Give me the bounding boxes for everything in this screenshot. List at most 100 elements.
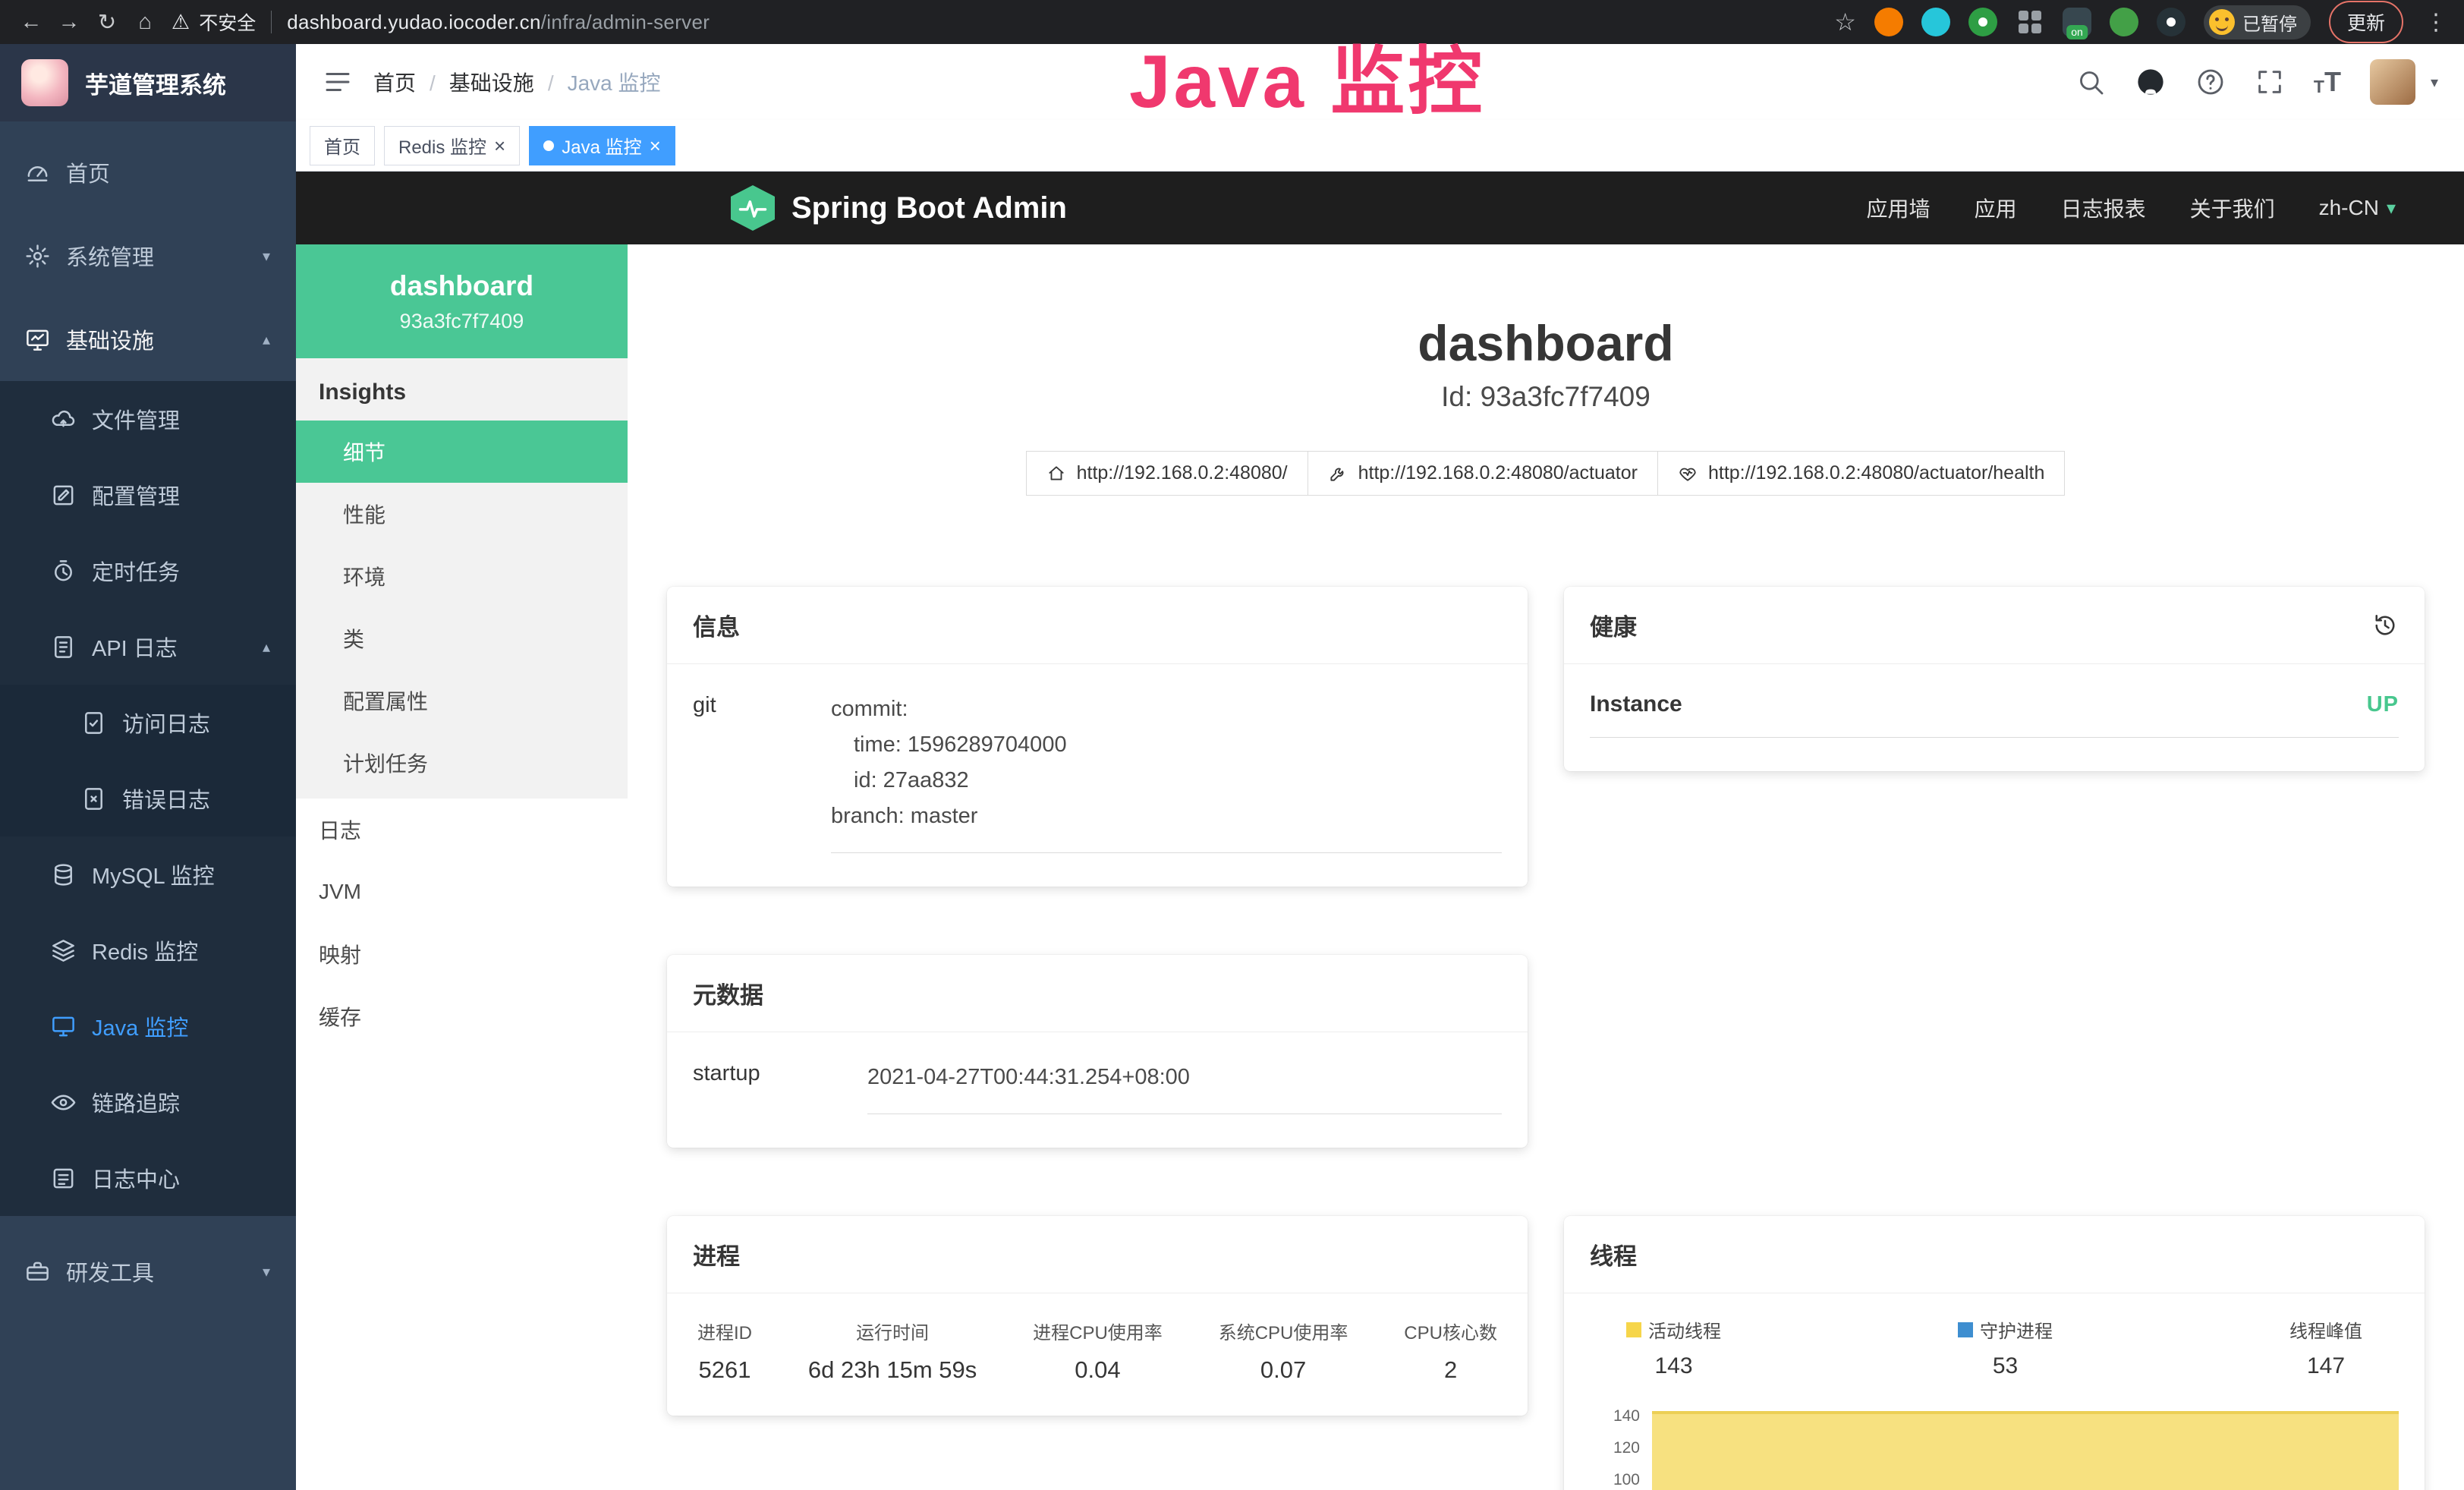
search-icon[interactable] [2075, 67, 2106, 97]
profile-paused-chip[interactable]: 已暂停 [2204, 5, 2311, 39]
heartbeat-icon [1678, 464, 1698, 484]
spring-boot-admin-logo-icon [731, 185, 775, 231]
extension-icon-2[interactable] [1921, 8, 1950, 36]
help-icon[interactable] [2195, 67, 2226, 97]
extension-glyph [2167, 17, 2176, 27]
history-icon[interactable] [2371, 612, 2399, 639]
sba-item-config-props[interactable]: 配置属性 [296, 669, 628, 732]
hamburger-icon[interactable] [322, 66, 354, 98]
sba-item-logs[interactable]: 日志 [296, 799, 628, 861]
tab-redis-monitor[interactable]: Redis 监控 × [384, 126, 520, 165]
sba-brand[interactable]: Spring Boot Admin [731, 185, 1067, 231]
address-bar[interactable]: dashboard.yudao.iocoder.cn/infra/admin-s… [287, 11, 710, 34]
sidebar-item-config-mgmt[interactable]: 配置管理 [0, 457, 296, 533]
actuator-url-link[interactable]: http://192.168.0.2:48080/actuator [1308, 451, 1658, 496]
layers-icon [50, 937, 77, 964]
extension-icon-5[interactable] [2110, 8, 2138, 36]
extensions-grid-icon[interactable] [2016, 8, 2044, 36]
gauge-icon [24, 159, 51, 186]
browser-menu-icon[interactable]: ⋮ [2422, 9, 2450, 36]
back-icon[interactable]: ← [14, 5, 49, 39]
sba-item-metrics[interactable]: 性能 [296, 483, 628, 545]
bookmark-star-icon[interactable]: ☆ [1834, 8, 1856, 36]
fullscreen-icon[interactable] [2255, 67, 2285, 97]
sidebar-item-java-monitor[interactable]: Java 监控 [0, 988, 296, 1064]
tab-java-monitor[interactable]: Java 监控 × [529, 126, 675, 165]
close-tab-icon[interactable]: × [494, 136, 505, 156]
stat-process-cpu: 进程CPU使用率 0.04 [1033, 1318, 1163, 1384]
sidebar-item-home[interactable]: 首页 [0, 131, 296, 214]
instance-id-line: Id: 93a3fc7f7409 [667, 381, 2425, 413]
close-tab-icon[interactable]: × [650, 136, 661, 156]
health-card: 健康 Instance UP [1564, 587, 2425, 771]
clipboard-icon [50, 1165, 77, 1192]
blue-legend-swatch [1958, 1322, 1973, 1337]
metadata-key: startup [693, 1060, 867, 1114]
metadata-value: 2021-04-27T00:44:31.254+08:00 [867, 1060, 1502, 1114]
chrome-update-button[interactable]: 更新 [2329, 1, 2403, 43]
site-security-chip[interactable]: ⚠ 不安全 [172, 8, 256, 36]
sba-item-details[interactable]: 细节 [296, 421, 628, 483]
sba-navbar: Spring Boot Admin 应用墙 应用 日志报表 关于我们 zh-CN… [296, 172, 2464, 244]
reload-icon[interactable]: ↻ [90, 5, 124, 39]
health-url-link[interactable]: http://192.168.0.2:48080/actuator/health [1657, 451, 2065, 496]
card-title: 进程 [693, 1237, 740, 1271]
sba-language-select[interactable]: zh-CN ▾ [2319, 196, 2396, 220]
legend-live-threads: 活动线程 143 [1626, 1316, 1721, 1379]
sba-nav-applications[interactable]: 应用 [1975, 193, 2017, 223]
sidebar-item-system-mgmt[interactable]: 系统管理 ▾ [0, 214, 296, 298]
sidebar-item-redis-monitor[interactable]: Redis 监控 [0, 912, 296, 988]
sidebar-item-mysql-monitor[interactable]: MySQL 监控 [0, 836, 296, 912]
sba-nav-about[interactable]: 关于我们 [2190, 193, 2275, 223]
wrench-icon [1328, 464, 1348, 484]
browser-toolbar: ← → ↻ ⌂ ⚠ 不安全 dashboard.yudao.iocoder.cn… [0, 0, 2464, 44]
sidebar-item-file-mgmt[interactable]: 文件管理 [0, 381, 296, 457]
health-instance-label: Instance [1590, 691, 1682, 717]
document-check-icon [80, 710, 107, 736]
breadcrumb-item[interactable]: 基础设施 [416, 67, 534, 97]
sba-item-mappings[interactable]: 映射 [296, 923, 628, 985]
sba-item-scheduled-tasks[interactable]: 计划任务 [296, 732, 628, 794]
sba-content: dashboard Id: 93a3fc7f7409 http://192.16… [628, 244, 2464, 1490]
sidebar-item-access-logs[interactable]: 访问日志 [0, 685, 296, 761]
extension-icon-1[interactable] [1874, 8, 1903, 36]
warning-icon: ⚠ [172, 11, 190, 34]
chevron-down-icon: ▾ [2387, 197, 2396, 219]
profile-avatar-icon [2209, 9, 2235, 35]
metadata-card: 元数据 startup 2021-04-27T00:44:31.254+08:0… [667, 955, 1528, 1148]
tab-home[interactable]: 首页 [310, 126, 375, 165]
chevron-down-icon: ▾ [263, 247, 270, 266]
user-avatar[interactable] [2370, 59, 2415, 105]
sidebar-item-dev-tools[interactable]: 研发工具 ▾ [0, 1230, 296, 1313]
forward-icon[interactable]: → [52, 5, 87, 39]
sba-item-environment[interactable]: 环境 [296, 545, 628, 607]
sba-nav-journal[interactable]: 日志报表 [2061, 193, 2146, 223]
sidebar-menu: 首页 系统管理 ▾ 基础设施 ▴ 文件管理 配置管理 [0, 121, 296, 1490]
info-value: commit: time: 1596289704000 id: 27aa832 … [831, 691, 1502, 853]
extension-icon-3[interactable] [1968, 8, 1997, 36]
breadcrumb: 首页 基础设施 Java 监控 [373, 67, 661, 97]
sidebar-item-infrastructure[interactable]: 基础设施 ▴ [0, 298, 296, 381]
breadcrumb-item[interactable]: 首页 [373, 67, 416, 97]
sba-item-caches[interactable]: 缓存 [296, 985, 628, 1047]
sidebar-item-error-logs[interactable]: 错误日志 [0, 761, 296, 836]
instance-name: dashboard [390, 270, 533, 302]
sidebar-item-api-logs[interactable]: API 日志 ▴ [0, 609, 296, 685]
legend-daemon-threads: 守护进程 53 [1958, 1316, 2053, 1379]
threads-legend: 活动线程 143 守护进程 53 线程峰值 14 [1590, 1316, 2399, 1379]
sba-nav-wallboard[interactable]: 应用墙 [1867, 193, 1931, 223]
sidebar-item-scheduled-jobs[interactable]: 定时任务 [0, 533, 296, 609]
github-icon[interactable] [2135, 66, 2167, 98]
home-icon[interactable]: ⌂ [127, 5, 162, 39]
sidebar-item-log-center[interactable]: 日志中心 [0, 1140, 296, 1216]
extension-icon-6[interactable] [2157, 8, 2186, 36]
sba-item-jvm[interactable]: JVM [296, 861, 628, 923]
briefcase-icon [24, 1258, 51, 1285]
font-size-icon[interactable]: TT [2314, 68, 2341, 96]
extension-icon-4[interactable]: on [2063, 8, 2091, 36]
sidebar-item-tracing[interactable]: 链路追踪 [0, 1064, 296, 1140]
service-url-link[interactable]: http://192.168.0.2:48080/ [1026, 451, 1308, 496]
sba-instance-header[interactable]: dashboard 93a3fc7f7409 [296, 244, 628, 358]
sba-item-classes[interactable]: 类 [296, 607, 628, 669]
cloud-upload-icon [50, 406, 77, 433]
